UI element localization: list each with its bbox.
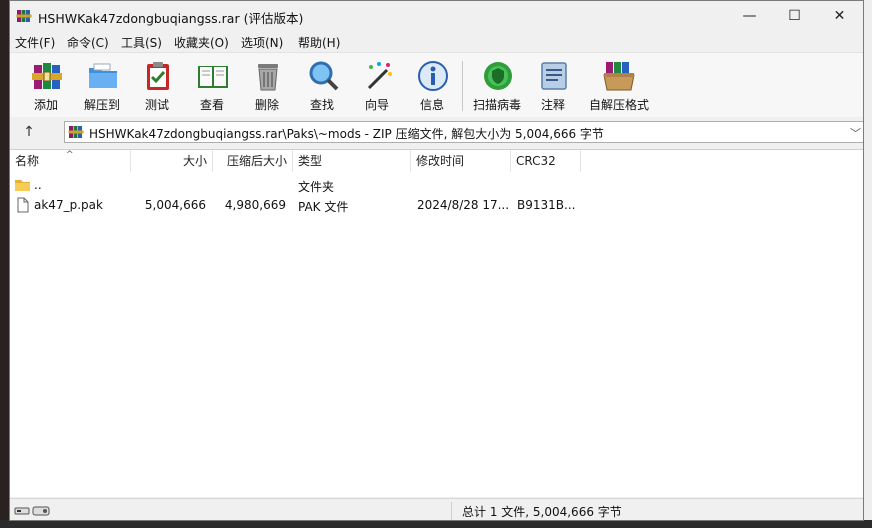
status-separator <box>451 502 452 520</box>
file-type: PAK 文件 <box>298 200 349 214</box>
winrar-app-icon <box>16 10 32 22</box>
chevron-down-icon[interactable]: ﹀ <box>850 125 861 141</box>
column-type-label: 类型 <box>298 154 323 168</box>
column-crc[interactable]: CRC32 <box>511 150 581 172</box>
info-label: 信息 <box>419 98 444 112</box>
file-name: ak47_p.pak <box>34 198 103 212</box>
magic-wand-icon <box>367 62 392 90</box>
status-summary: 总计 1 文件, 5,004,666 字节 <box>462 505 622 519</box>
menu-favorites[interactable]: 收藏夹(O) <box>174 34 229 51</box>
find-label: 查找 <box>309 98 334 112</box>
menu-help[interactable]: 帮助(H) <box>298 34 340 51</box>
column-size-label: 大小 <box>182 154 207 168</box>
maximize-icon: ☐ <box>788 8 801 24</box>
delete-label: 删除 <box>254 98 279 112</box>
desktop-backdrop-right <box>864 0 872 528</box>
file-name: .. <box>34 178 42 192</box>
add-button[interactable]: 添加 <box>18 56 74 114</box>
sfx-label: 自解压格式 <box>588 98 649 112</box>
folder-extract-icon <box>89 63 117 88</box>
winrar-window: HSHWKak47zdongbuqiangss.rar (评估版本) — ☐ ✕… <box>9 0 864 521</box>
column-packed-label: 压缩后大小 <box>226 154 287 168</box>
maximize-button[interactable]: ☐ <box>772 1 817 31</box>
title-bar[interactable]: HSHWKak47zdongbuqiangss.rar (评估版本) — ☐ ✕ <box>10 1 863 31</box>
trash-can-icon <box>258 64 278 91</box>
desktop-backdrop <box>0 0 9 528</box>
list-item-parent-folder[interactable]: .. 文件夹 <box>10 176 863 196</box>
column-name[interactable]: 名称 ^ <box>10 150 131 172</box>
magnifier-icon <box>309 61 339 91</box>
winrar-books-icon <box>32 63 62 89</box>
menu-file[interactable]: 文件(F) <box>15 34 55 51</box>
view-button[interactable]: 查看 <box>184 56 240 114</box>
toolbar-separator <box>462 61 463 111</box>
file-type: 文件夹 <box>298 180 335 194</box>
menu-tools[interactable]: 工具(S) <box>121 34 162 51</box>
list-item-file[interactable]: ak47_p.pak 5,004,666 4,980,669 PAK 文件 20… <box>10 196 863 216</box>
close-button[interactable]: ✕ <box>817 1 862 31</box>
column-crc-label: CRC32 <box>516 154 556 168</box>
info-icon <box>418 61 448 91</box>
open-book-icon <box>198 66 228 88</box>
sfx-box-icon <box>603 62 635 91</box>
column-name-label: 名称 <box>15 154 40 168</box>
scan-virus-label: 扫描病毒 <box>472 98 521 112</box>
view-label: 查看 <box>199 98 224 112</box>
minimize-icon: — <box>742 8 757 24</box>
find-button[interactable]: 查找 <box>294 56 350 114</box>
column-modified-label: 修改时间 <box>416 154 465 168</box>
file-list: 名称 ^ 大小 压缩后大小 类型 修改时间 CRC32 .. 文件夹 ak47_… <box>10 149 863 497</box>
close-icon: ✕ <box>833 8 846 24</box>
test-button[interactable]: 测试 <box>129 56 185 114</box>
comment-icon <box>541 62 567 90</box>
column-modified[interactable]: 修改时间 <box>411 150 511 172</box>
sort-ascending-icon: ^ <box>66 150 74 160</box>
scan-virus-button[interactable]: 扫描病毒 <box>469 56 525 114</box>
up-one-level-button[interactable]: ↑ <box>18 123 40 141</box>
drive-status-icon <box>14 506 50 516</box>
file-size: 5,004,666 <box>144 198 206 212</box>
wizard-button[interactable]: 向导 <box>349 56 405 114</box>
column-type[interactable]: 类型 <box>293 150 411 172</box>
address-bar: ↑ HSHWKak47zdongbuqiangss.rar\Paks\~mods… <box>10 117 863 147</box>
add-label: 添加 <box>33 98 58 112</box>
delete-button[interactable]: 删除 <box>239 56 295 114</box>
virus-scan-icon <box>484 62 512 90</box>
minimize-button[interactable]: — <box>727 1 772 31</box>
path-text: HSHWKak47zdongbuqiangss.rar\Paks\~mods -… <box>89 127 604 141</box>
clipboard-check-icon <box>147 62 169 90</box>
comment-button[interactable]: 注释 <box>525 56 581 114</box>
toolbar: 添加 解压到 测试 查看 删除 查找 向导 信息 扫描病毒 注释 自解压格式 <box>10 52 863 118</box>
status-bar: 总计 1 文件, 5,004,666 字节 <box>10 498 863 520</box>
extract-to-button[interactable]: 解压到 <box>74 56 130 114</box>
path-field[interactable]: HSHWKak47zdongbuqiangss.rar\Paks\~mods -… <box>64 121 863 143</box>
wizard-label: 向导 <box>364 98 389 112</box>
file-modified: 2024/8/28 17... <box>417 198 510 212</box>
menu-command[interactable]: 命令(C) <box>67 34 109 51</box>
file-crc: B9131B... <box>517 198 576 212</box>
sfx-button[interactable]: 自解压格式 <box>588 56 650 114</box>
extract-to-label: 解压到 <box>83 98 120 112</box>
comment-label: 注释 <box>540 98 565 112</box>
file-packed-size: 4,980,669 <box>224 198 286 212</box>
file-icon <box>17 197 29 213</box>
info-button[interactable]: 信息 <box>404 56 460 114</box>
column-size[interactable]: 大小 <box>131 150 213 172</box>
column-packed[interactable]: 压缩后大小 <box>213 150 293 172</box>
archive-icon <box>68 126 84 138</box>
folder-icon <box>15 180 30 191</box>
taskbar-edge <box>0 520 872 528</box>
test-label: 测试 <box>144 98 169 112</box>
arrow-up-icon: ↑ <box>23 124 35 140</box>
menu-bar: 文件(F) 命令(C) 工具(S) 收藏夹(O) 选项(N) 帮助(H) <box>10 32 863 51</box>
menu-options[interactable]: 选项(N) <box>241 34 283 51</box>
window-title: HSHWKak47zdongbuqiangss.rar (评估版本) <box>38 11 304 26</box>
